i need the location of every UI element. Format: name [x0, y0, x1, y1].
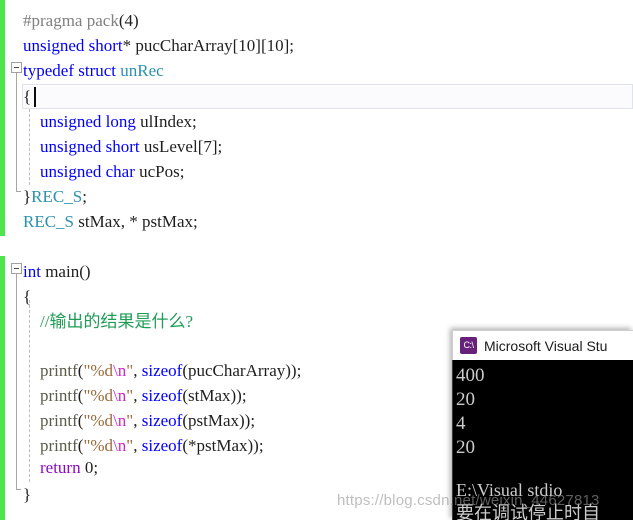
code-token: \n	[113, 386, 127, 405]
visual-studio-console-icon: C:\	[460, 337, 477, 354]
code-token: printf	[40, 386, 78, 405]
code-token: sizeof	[141, 436, 183, 455]
code-token: #pragma pack	[23, 11, 119, 30]
code-line[interactable]: typedef struct unRec	[23, 58, 164, 83]
code-token: sizeof	[141, 361, 183, 380]
code-token: usLevel[7];	[139, 137, 223, 156]
console-titlebar[interactable]: C:\ Microsoft Visual Stu	[452, 330, 633, 360]
code-token: ucPos;	[134, 162, 185, 181]
code-token: (4)	[118, 11, 139, 30]
code-line[interactable]: #pragma pack(4)	[23, 8, 139, 33]
code-line[interactable]: return 0;	[23, 455, 98, 480]
code-token: int	[23, 262, 41, 281]
code-token: "%d	[83, 361, 114, 380]
fold-bracket-struct	[16, 73, 17, 191]
code-token: ,	[133, 411, 142, 430]
code-line[interactable]: printf("%d\n", sizeof(pucCharArray));	[23, 358, 301, 383]
code-token: REC_S	[23, 212, 75, 231]
code-token: * pucCharArray[10][10];	[122, 36, 294, 55]
code-token: 0;	[80, 458, 99, 477]
folding-gutter[interactable]	[5, 0, 23, 520]
console-window-title: Microsoft Visual Stu	[484, 337, 608, 354]
code-token: unsigned short	[40, 137, 140, 156]
code-line[interactable]: unsigned char ucPos;	[23, 159, 184, 184]
code-token: unRec	[120, 61, 164, 80]
code-line[interactable]: }REC_S;	[23, 184, 87, 209]
code-line[interactable]: printf("%d\n", sizeof(pstMax));	[23, 408, 255, 433]
current-line-highlight	[22, 84, 633, 109]
code-token: //输出的结果是什么?	[23, 312, 193, 331]
code-line[interactable]: unsigned long ulIndex;	[23, 109, 197, 134]
watermark-url: https://blog.csdn.net/weixin_44627813	[337, 492, 600, 509]
console-output-line: 400	[456, 365, 485, 386]
console-output-line: 4	[456, 413, 466, 434]
code-token: (pucCharArray));	[182, 361, 302, 380]
code-token: REC_S	[31, 187, 83, 206]
fold-bracket-main-foot	[16, 489, 21, 490]
fold-toggle-struct[interactable]	[11, 62, 22, 73]
console-output-line: 20	[456, 437, 475, 458]
text-caret	[34, 87, 36, 107]
fold-bracket-main	[16, 274, 17, 489]
code-token: (pstMax));	[182, 411, 256, 430]
code-line[interactable]: unsigned short usLevel[7];	[23, 134, 222, 159]
code-token: stMax, * pstMax;	[74, 212, 198, 231]
code-token: \n	[113, 436, 127, 455]
code-token: printf	[40, 436, 78, 455]
code-token: main()	[40, 262, 91, 281]
console-icon-glyph: C:\	[463, 340, 474, 350]
code-token: ,	[133, 386, 142, 405]
fold-bracket-struct-foot	[16, 191, 21, 192]
code-token: sizeof	[141, 411, 183, 430]
code-token: unsigned long	[40, 112, 136, 131]
code-token: printf	[40, 411, 78, 430]
code-token: ,	[133, 361, 142, 380]
code-token: \n	[113, 361, 127, 380]
code-line[interactable]: {	[23, 84, 31, 109]
code-token: unsigned short	[23, 36, 123, 55]
code-token: "%d	[83, 386, 114, 405]
code-token: sizeof	[141, 386, 183, 405]
code-line[interactable]: REC_S stMax, * pstMax;	[23, 209, 198, 234]
code-line[interactable]: int main()	[23, 259, 91, 284]
code-token: return	[40, 458, 81, 477]
code-token: ;	[82, 187, 87, 206]
code-line[interactable]: printf("%d\n", sizeof(stMax));	[23, 383, 247, 408]
code-token: "%d	[83, 436, 114, 455]
code-token: printf	[40, 361, 78, 380]
console-output-line: 20	[456, 389, 475, 410]
code-line[interactable]: unsigned short* pucCharArray[10][10];	[23, 33, 294, 58]
code-token: (stMax));	[182, 386, 247, 405]
code-token: \n	[113, 411, 127, 430]
code-line[interactable]: }	[23, 482, 31, 507]
code-token: unsigned char	[40, 162, 135, 181]
code-token: {	[23, 287, 32, 306]
code-line[interactable]: //输出的结果是什么?	[23, 309, 193, 334]
code-token: "%d	[83, 411, 114, 430]
fold-toggle-main[interactable]	[11, 263, 22, 274]
code-token: ulIndex;	[135, 112, 197, 131]
code-token: }	[23, 187, 32, 206]
code-token: {	[23, 87, 32, 106]
code-token: }	[23, 485, 32, 504]
code-token: ,	[133, 436, 142, 455]
code-token: (*pstMax));	[182, 436, 264, 455]
code-line[interactable]: {	[23, 284, 31, 309]
code-token: typedef struct	[23, 61, 116, 80]
